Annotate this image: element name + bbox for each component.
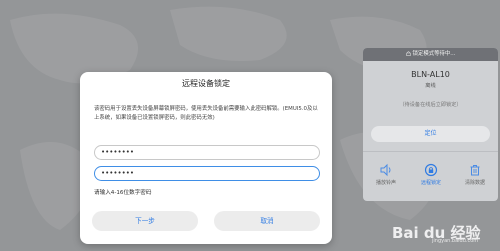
lock-icon: [406, 51, 411, 56]
lock-status-header: 锁定模式等待中...: [363, 48, 498, 61]
lock-circle-icon: [424, 163, 438, 177]
erase-data-action[interactable]: 清除数据: [455, 163, 495, 186]
locate-button[interactable]: 定位: [371, 126, 490, 142]
device-status: 离线: [425, 83, 436, 89]
confirm-password-field[interactable]: ••••••••: [94, 166, 320, 181]
dialog-title: 远程设备锁定: [182, 79, 230, 88]
trash-icon: [470, 165, 480, 176]
speaker-icon: [380, 163, 391, 177]
cancel-button[interactable]: 取消: [214, 211, 320, 231]
remote-lock-label: 远程锁定: [420, 180, 441, 186]
header-text: 锁定模式等待中...: [412, 51, 456, 57]
pending-note: （待设备在线后立即锁定）: [399, 102, 462, 108]
password-field[interactable]: ••••••••: [94, 145, 320, 160]
remote-lock-action[interactable]: 远程锁定: [411, 163, 451, 186]
device-model: BLN-AL10: [411, 70, 450, 79]
divider: [363, 151, 498, 152]
device-panel: 锁定模式等待中... BLN-AL10 离线 （待设备在线后立即锁定） 定位 播…: [363, 48, 498, 201]
dialog-description: 该密码用于设置丢失设备屏幕锁屏密码，使用丢失设备前需要输入此密码解锁。(EMUI…: [94, 106, 318, 121]
play-sound-action[interactable]: 播放铃声: [366, 163, 406, 186]
remote-lock-dialog: 远程设备锁定 该密码用于设置丢失设备屏幕锁屏密码，使用丢失设备前需要输入此密码解…: [80, 72, 332, 244]
watermark-url: jingyan.baidu.com: [432, 238, 479, 244]
password-hint: 请输入4-16位数字密码: [94, 190, 152, 196]
play-sound-label: 播放铃声: [375, 180, 396, 186]
next-button[interactable]: 下一步: [92, 211, 198, 231]
erase-data-label: 清除数据: [464, 180, 485, 186]
